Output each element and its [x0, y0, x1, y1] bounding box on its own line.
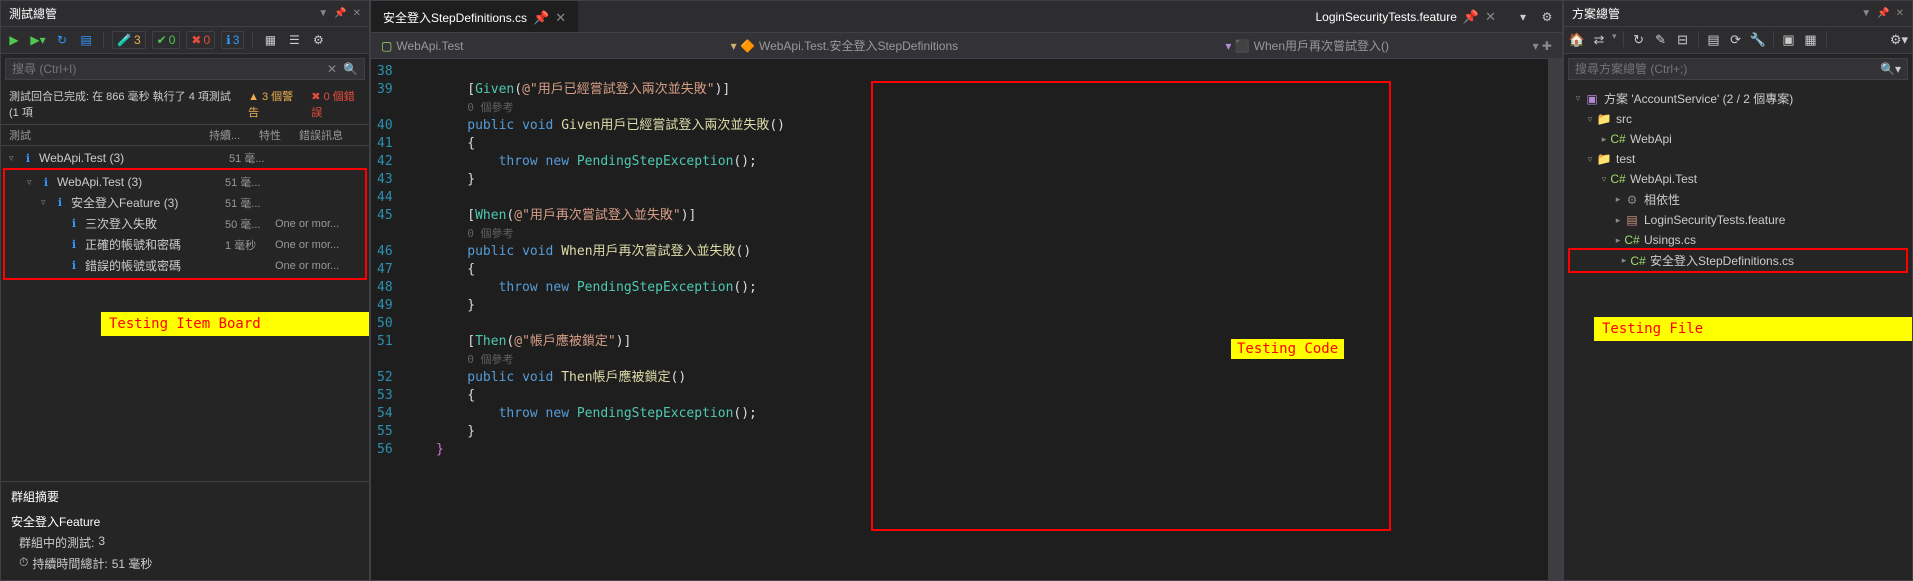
test-explorer-title: 測試總管	[9, 5, 57, 22]
tab-close-icon[interactable]: ✕	[1485, 9, 1496, 25]
crumb-project[interactable]: ▢WebApi.Test	[381, 39, 464, 53]
pin-icon[interactable]: 📌	[334, 8, 346, 19]
search-clear-icon[interactable]: ✕	[327, 62, 337, 76]
test-tree-item[interactable]: ▿ℹWebApi.Test (3)51 毫...	[5, 172, 365, 192]
test-summary: 測試回合已完成: 在 866 毫秒 執行了 4 項測試 (1 項 ▲ 3 個警告…	[1, 84, 369, 125]
annotation-box: ▸C#安全登入StepDefinitions.cs	[1568, 248, 1908, 273]
list-icon[interactable]: ☰	[285, 31, 303, 49]
run-icon[interactable]: ▶▾	[29, 31, 47, 49]
dropdown-icon[interactable]: ▼	[1861, 8, 1871, 19]
close-icon[interactable]: ✕	[1896, 8, 1904, 19]
dropdown-icon[interactable]: ⚙▾	[1890, 31, 1908, 49]
pin-icon[interactable]: 📌	[533, 10, 549, 26]
test-search-input[interactable]	[12, 62, 327, 76]
references-node[interactable]: ▸⚙相依性	[1564, 189, 1912, 210]
preview-icon[interactable]: ▣	[1780, 31, 1798, 49]
test-columns: 測試 持續... 特性 錯誤訊息	[1, 125, 369, 146]
refresh-icon[interactable]: ⟳	[1727, 31, 1745, 49]
annotation-callout: Testing Item Board	[101, 312, 369, 336]
clock-icon: ⏱	[19, 555, 28, 572]
tab-close-icon[interactable]: ✕	[555, 10, 566, 26]
project-node[interactable]: ▸C#WebApi	[1564, 129, 1912, 149]
view-icon[interactable]: ▦	[1802, 31, 1820, 49]
run-all-icon[interactable]: ▶	[5, 31, 23, 49]
pass-icon: ✔	[157, 33, 167, 47]
scrollbar[interactable]	[1548, 59, 1562, 580]
flask-icon: 🧪	[117, 33, 132, 47]
group-summary: 群組摘要 安全登入Feature 群組中的測試:3 ⏱持續時間總計:51 毫秒	[1, 481, 369, 580]
crumb-class[interactable]: ▾ 🔶WebApi.Test.安全登入StepDefinitions	[731, 37, 959, 54]
crumb-method[interactable]: ▾ ⬛When用戶再次嘗試登入()	[1225, 37, 1389, 54]
close-icon[interactable]: ✕	[353, 8, 361, 19]
annotation-callout: Testing File	[1594, 317, 1912, 341]
file-node[interactable]: ▸▤LoginSecurityTests.feature	[1564, 210, 1912, 230]
folder-node[interactable]: ▿📁test	[1564, 149, 1912, 169]
solution-node[interactable]: ▿▣方案 'AccountService' (2 / 2 個專案)	[1564, 88, 1912, 109]
solution-explorer-panel: 方案總管 ▼ 📌 ✕ 🏠 ⇄▾ ↻ ✎ ⊟ ▤ ⟳ 🔧 ▣ ▦ ⚙▾ 🔍▾ ▿▣…	[1563, 0, 1913, 581]
dropdown-icon[interactable]: ▼	[318, 8, 328, 19]
test-tree: ▿ℹ WebApi.Test (3) 51 毫... ▿ℹWebApi.Test…	[1, 146, 369, 282]
fail-icon: ✖	[191, 33, 201, 47]
solution-explorer-title: 方案總管	[1572, 5, 1620, 22]
solution-tree: ▿▣方案 'AccountService' (2 / 2 個專案) ▿📁src …	[1564, 84, 1912, 277]
solution-explorer-header: 方案總管 ▼ 📌 ✕	[1564, 1, 1912, 27]
annotation-callout: Testing Code	[1231, 339, 1344, 359]
gear-icon[interactable]: ⚙	[1538, 8, 1556, 26]
search-icon[interactable]: 🔍▾	[1880, 62, 1901, 76]
show-all-icon[interactable]: ▤	[1705, 31, 1723, 49]
test-tree-item[interactable]: ℹ錯誤的帳號或密碼One or mor...	[5, 255, 365, 276]
editor-tabs: 安全登入StepDefinitions.cs 📌 ✕ LoginSecurity…	[371, 1, 1562, 33]
project-node[interactable]: ▿C#WebApi.Test	[1564, 169, 1912, 189]
solution-toolbar: 🏠 ⇄▾ ↻ ✎ ⊟ ▤ ⟳ 🔧 ▣ ▦ ⚙▾	[1564, 27, 1912, 54]
editor-tab-active[interactable]: 安全登入StepDefinitions.cs 📌 ✕	[371, 1, 578, 32]
info-icon: ℹ	[226, 33, 231, 47]
home-icon[interactable]: 🏠	[1568, 31, 1586, 49]
pin-icon[interactable]: 📌	[1877, 8, 1889, 19]
test-explorer-header: 測試總管 ▼ 📌 ✕	[1, 1, 369, 27]
editor-tab-right[interactable]: LoginSecurityTests.feature 📌 ✕	[1303, 3, 1508, 31]
test-tree-item[interactable]: ▿ℹ安全登入Feature (3)51 毫...	[5, 192, 365, 213]
folder-node[interactable]: ▿📁src	[1564, 109, 1912, 129]
repeat-icon[interactable]: ↻	[53, 31, 71, 49]
search-icon[interactable]: 🔍	[343, 62, 358, 76]
annotation-box: ▿ℹWebApi.Test (3)51 毫...▿ℹ安全登入Feature (3…	[3, 168, 367, 280]
test-explorer-panel: 測試總管 ▼ 📌 ✕ ▶ ▶▾ ↻ ▤ 🧪3 ✔0 ✖0 ℹ3 ▦ ☰ ⚙ ✕ …	[0, 0, 370, 581]
view-icon[interactable]: ▦	[261, 31, 279, 49]
breadcrumb: ▢WebApi.Test ▾ 🔶WebApi.Test.安全登入StepDefi…	[371, 33, 1562, 59]
test-tree-item[interactable]: ℹ三次登入失敗50 毫...One or mor...	[5, 213, 365, 234]
file-node[interactable]: ▸C#安全登入StepDefinitions.cs	[1570, 250, 1906, 271]
test-explorer-toolbar: ▶ ▶▾ ↻ ▤ 🧪3 ✔0 ✖0 ℹ3 ▦ ☰ ⚙	[1, 27, 369, 54]
code-editor[interactable]: 3839 404142434445 464748495051 525354555…	[371, 59, 1562, 580]
solution-search[interactable]: 🔍▾	[1568, 58, 1908, 80]
sync-icon[interactable]: ↻	[1630, 31, 1648, 49]
playlist-icon[interactable]: ▤	[77, 31, 95, 49]
brush-icon[interactable]: ✎	[1652, 31, 1670, 49]
properties-icon[interactable]: 🔧	[1749, 31, 1767, 49]
test-tree-root[interactable]: ▿ℹ WebApi.Test (3) 51 毫...	[1, 148, 369, 168]
collapse-icon[interactable]: ⊟	[1674, 31, 1692, 49]
file-node[interactable]: ▸C#Usings.cs	[1564, 230, 1912, 250]
settings-icon[interactable]: ⚙	[309, 31, 327, 49]
solution-search-input[interactable]	[1575, 62, 1880, 76]
switch-icon[interactable]: ⇄	[1590, 31, 1608, 49]
test-tree-item[interactable]: ℹ正確的帳號和密碼1 毫秒One or mor...	[5, 234, 365, 255]
editor-panel: 安全登入StepDefinitions.cs 📌 ✕ LoginSecurity…	[370, 0, 1563, 581]
dropdown-icon[interactable]: ▾	[1514, 8, 1532, 26]
pin-icon[interactable]: 📌	[1463, 9, 1479, 25]
test-search[interactable]: ✕ 🔍	[5, 58, 365, 80]
